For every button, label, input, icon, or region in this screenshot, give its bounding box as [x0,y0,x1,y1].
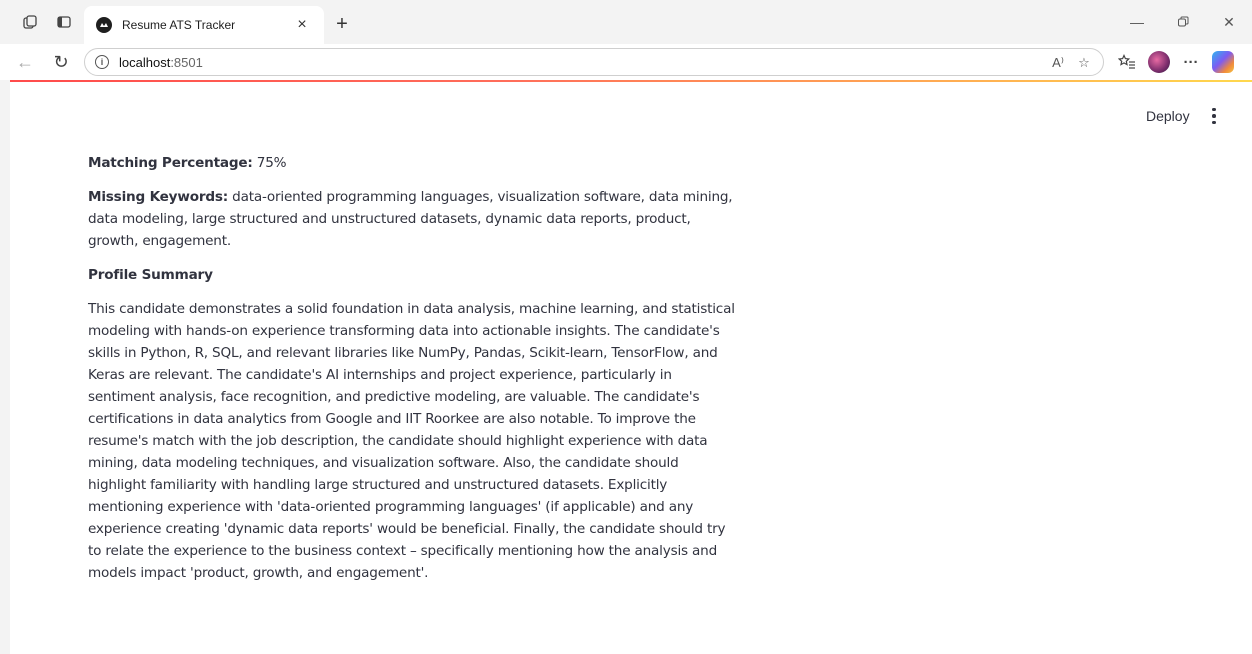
restore-icon[interactable] [1160,4,1206,40]
active-tab[interactable]: Resume ATS Tracker × [84,6,324,44]
streamlit-favicon-icon [96,17,112,33]
workspaces-icon[interactable] [14,6,46,38]
profile-summary-text: This candidate demonstrates a solid foun… [88,301,735,581]
new-tab-icon[interactable]: + [330,12,354,36]
site-info-icon[interactable]: i [95,55,109,69]
browser-tab-bar: Resume ATS Tracker × + — ✕ [0,0,1252,44]
close-tab-icon[interactable]: × [290,13,314,37]
profile-avatar[interactable] [1148,51,1170,73]
favorite-star-icon[interactable]: ☆ [1073,52,1095,74]
matching-label: Matching Percentage: [88,155,253,171]
minimize-icon[interactable]: — [1114,4,1160,40]
browser-toolbar: ← ↻ i localhost:8501 A⁾ ☆ ··· [0,44,1252,80]
main-menu-icon[interactable] [1206,106,1222,126]
url-port: :8501 [170,54,203,70]
more-options-icon[interactable]: ··· [1176,48,1206,76]
deploy-button[interactable]: Deploy [1146,108,1190,124]
app-page: Deploy Matching Percentage: 75% Missing … [10,82,1252,654]
refresh-icon[interactable]: ↻ [48,50,74,74]
missing-keywords: Missing Keywords: data-oriented programm… [88,186,738,252]
close-window-icon[interactable]: ✕ [1206,4,1252,40]
tab-title: Resume ATS Tracker [122,18,236,32]
profile-summary-heading: Profile Summary [88,264,738,286]
missing-label: Missing Keywords: [88,189,229,205]
matching-percentage: Matching Percentage: 75% [88,152,738,174]
matching-value: 75% [252,155,287,171]
window-controls: — ✕ [1114,4,1252,40]
url-host: localhost [119,54,171,70]
copilot-icon[interactable] [1212,51,1234,73]
ats-response: Matching Percentage: 75% Missing Keyword… [88,152,738,596]
favorites-icon[interactable] [1112,48,1142,76]
back-icon[interactable]: ← [12,50,38,74]
address-bar[interactable]: i localhost:8501 A⁾ ☆ [84,48,1104,76]
read-aloud-icon[interactable]: A⁾ [1047,52,1069,74]
vertical-tabs-icon[interactable] [48,6,80,38]
profile-heading-text: Profile Summary [88,267,213,283]
